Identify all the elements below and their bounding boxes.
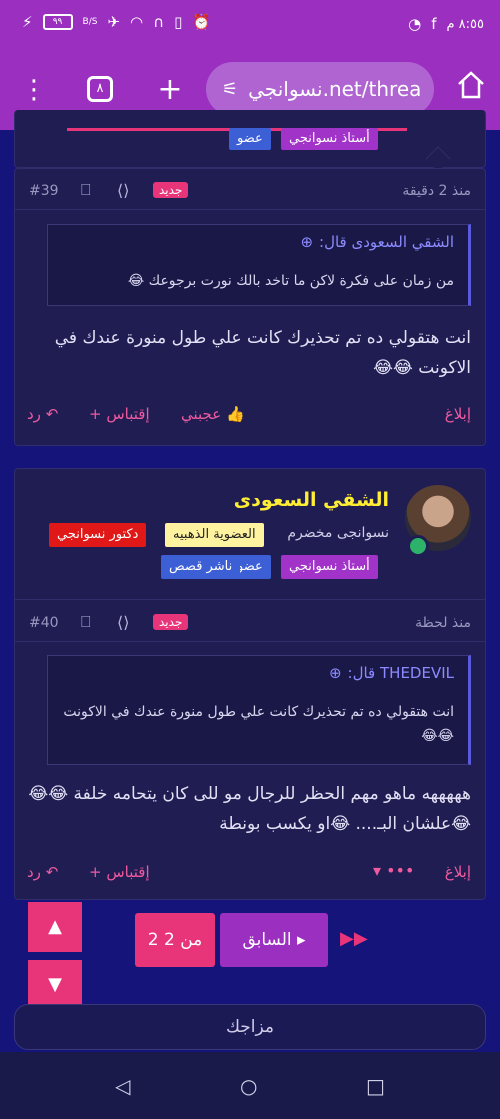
quote-button[interactable]: + إقتباس (89, 405, 150, 423)
reply-button[interactable]: رد ↶ (27, 863, 58, 881)
divider (15, 209, 485, 210)
report-link[interactable]: إبلاغ (445, 863, 471, 881)
back-icon[interactable]: ◁ (115, 1074, 130, 1098)
scroll-down-button[interactable]: ▼ (28, 960, 82, 1010)
quote-author[interactable]: الشقي السعودى قال: ⊕ (300, 233, 454, 251)
report-link[interactable]: إبلاغ (445, 405, 471, 423)
charging-icon: ⚡ (22, 13, 33, 31)
badge-gold-member: العضوية الذهبيه (165, 523, 264, 547)
home-nav-icon[interactable]: ○ (240, 1074, 257, 1098)
status-icons: ⚡ ٩٩ B/S ✈ ◠ ∩ ▯ ⏰ (22, 13, 211, 31)
quote-author[interactable]: THEDEVIL قال: ⊕ (329, 664, 454, 682)
menu-icon[interactable]: ⋮ (14, 70, 54, 110)
home-icon[interactable] (456, 70, 486, 104)
bookmark-icon[interactable]: ⎕ (81, 180, 91, 200)
previous-post-tail: أستاذ نسوانجي عضو (14, 110, 486, 172)
share-icon[interactable]: ⟨⟩ (117, 181, 129, 200)
post-body: هههههه ماهو مهم الحظر للرجال مو للى كان … (28, 784, 471, 834)
scroll-up-button[interactable]: ▲ (28, 902, 82, 952)
data-speed-icon: B/S (82, 17, 98, 27)
online-status-icon (407, 535, 429, 557)
badge-story-publisher: ناشر قصص (161, 555, 241, 579)
up-circle-icon: ⊕ (300, 233, 314, 251)
alarm-icon: ⏰ (192, 13, 212, 31)
badge-doctor: دكتور نسوانجي (49, 523, 147, 547)
like-label: عجبني (181, 405, 222, 423)
tab-switcher-button[interactable]: ٨ (87, 76, 113, 102)
divider (15, 641, 485, 642)
reply-icon: ↶ (45, 863, 59, 881)
bookmark-icon[interactable]: ⎕ (81, 612, 91, 632)
user-title: نسوانجى مخضرم (287, 525, 389, 541)
new-tag: جديد (153, 182, 189, 198)
status-bar: ⚡ ٩٩ B/S ✈ ◠ ∩ ▯ ⏰ ٨:٥٥ م f ◔ (0, 0, 500, 48)
headphones-icon: ∩ (153, 13, 165, 31)
reply-button[interactable]: رد ↶ (27, 405, 58, 423)
airplane-icon: ✈ (107, 13, 121, 31)
address-bar[interactable]: ⚟ نسوانجي.net/threa (206, 62, 434, 116)
last-page-icon[interactable]: ▶▶ (340, 928, 368, 949)
badge-ustaz: أستاذ نسوانجي (281, 555, 378, 579)
caret-icon: ▸ (297, 930, 306, 950)
share-icon[interactable]: ⟨⟩ (117, 613, 129, 632)
recents-icon[interactable]: □ (366, 1074, 385, 1098)
reply-icon: ↶ (45, 405, 59, 423)
quote-text: انت هتقولي ده تم تحذيرك كانت علي طول منو… (63, 704, 454, 744)
new-tab-icon[interactable]: + (150, 70, 190, 110)
facebook-icon: f (431, 15, 437, 33)
status-right: ٨:٥٥ م f ◔ (408, 15, 484, 33)
quote-text: من زمان على فكرة لاكن ما تاخد بالك نورت … (127, 273, 454, 289)
divider (15, 599, 485, 600)
site-settings-icon[interactable]: ⚟ (222, 79, 238, 100)
thumbs-up-icon: 👍 (225, 405, 245, 423)
like-button[interactable]: عجبني 👍 (181, 405, 245, 423)
post-time: منذ لحظة (415, 615, 471, 631)
badge-ustaz: أستاذ نسوانجي (281, 128, 378, 150)
reply-label: رد (27, 405, 41, 423)
previous-label: السابق (242, 930, 292, 950)
quote-block: الشقي السعودى قال: ⊕ من زمان على فكرة لا… (47, 224, 471, 306)
post-body: انت هتقولي ده تم تحذيرك كانت علي طول منو… (54, 328, 471, 378)
new-tag: جديد (153, 614, 189, 630)
more-options-icon[interactable]: ▾ ••• (373, 861, 414, 880)
wifi-icon: ◠ (130, 13, 144, 31)
page-indicator[interactable]: 2 من 2 (135, 913, 215, 967)
previous-page-button[interactable]: السابق ▸ (220, 913, 328, 967)
quote-block: THEDEVIL قال: ⊕ انت هتقولي ده تم تحذيرك … (47, 655, 471, 765)
post-number[interactable]: #40 (29, 615, 59, 631)
post-time: منذ 2 دقيقة (402, 183, 471, 199)
post-number[interactable]: #39 (29, 183, 59, 199)
timer-icon: ◔ (408, 15, 422, 33)
reply-label: رد (27, 863, 41, 881)
system-nav-bar: ◁ ○ □ (0, 1052, 500, 1119)
post-39: منذ 2 دقيقة جديد ⟨⟩ ⎕ #39 الشقي السعودى … (14, 168, 486, 446)
quote-author-label: الشقي السعودى قال: (319, 233, 454, 251)
vibrate-icon: ▯ (174, 13, 183, 31)
quote-author-label: THEDEVIL قال: (347, 664, 454, 682)
battery-icon: ٩٩ (42, 14, 73, 30)
username[interactable]: الشقي السعودى (234, 489, 389, 511)
badge-member: عضو (229, 128, 271, 150)
up-circle-icon: ⊕ (328, 664, 342, 682)
quote-button[interactable]: + إقتباس (89, 863, 150, 881)
clock: ٨:٥٥ م (446, 16, 484, 32)
post-40: الشقي السعودى نسوانجى مخضرم العضوية الذه… (14, 468, 486, 900)
mood-input[interactable]: مزاجك (14, 1004, 486, 1050)
url-text: نسوانجي.net/threa (248, 77, 422, 101)
